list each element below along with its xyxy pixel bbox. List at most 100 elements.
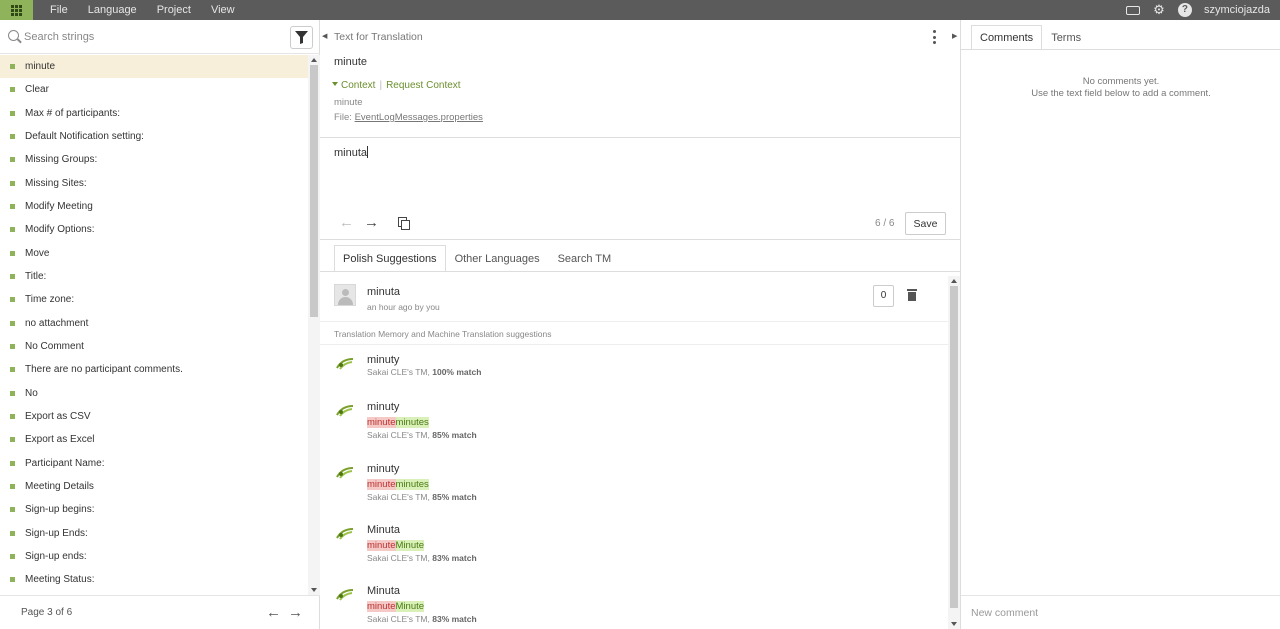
string-list-item[interactable]: Sign-up Ends:: [0, 522, 308, 545]
status-dot: [10, 344, 15, 350]
tab-polish-suggestions[interactable]: Polish Suggestions: [334, 245, 446, 271]
string-list-item[interactable]: minute: [0, 55, 308, 79]
file-link[interactable]: EventLogMessages.properties: [355, 112, 483, 123]
suggestion-list: minuta an hour ago by you 0 Translation …: [320, 272, 948, 629]
string-list-item[interactable]: Max # of participants:: [0, 102, 308, 125]
comment-tabs: Comments Terms: [971, 25, 1090, 50]
string-list-item[interactable]: Sign-up begins:: [0, 498, 308, 521]
string-list-item[interactable]: Missing Groups:: [0, 148, 308, 171]
keyboard-icon[interactable]: [1125, 3, 1140, 17]
search-input[interactable]: [24, 27, 274, 47]
menu-project[interactable]: Project: [147, 0, 201, 20]
status-dot: [10, 134, 15, 140]
string-list-item[interactable]: Title:: [0, 265, 308, 288]
string-list-item[interactable]: There are no participant comments.: [0, 358, 308, 381]
string-list-item[interactable]: no attachment: [0, 312, 308, 335]
trash-icon[interactable]: [907, 289, 917, 301]
string-list-item[interactable]: Missing Sites:: [0, 172, 308, 195]
string-label: Move: [25, 247, 50, 259]
tab-terms[interactable]: Terms: [1042, 25, 1090, 50]
status-dot: [10, 110, 15, 116]
status-dot: [10, 64, 15, 70]
string-list-item[interactable]: Time zone:: [0, 288, 308, 311]
copy-source-icon[interactable]: [398, 217, 410, 230]
user-menu[interactable]: szymciojazda: [1204, 4, 1270, 16]
context-toggle[interactable]: Context: [341, 80, 375, 91]
status-dot: [10, 180, 15, 186]
string-label: No: [25, 387, 38, 399]
string-label: Participant Name:: [25, 457, 105, 469]
string-list-item[interactable]: Default Notification setting:: [0, 125, 308, 148]
own-suggestion[interactable]: minuta an hour ago by you 0: [320, 272, 948, 322]
own-suggestion-meta: an hour ago by you: [367, 302, 440, 312]
more-options-icon[interactable]: [933, 30, 937, 44]
string-label: Time zone:: [25, 294, 75, 306]
apps-icon[interactable]: [0, 0, 33, 20]
search-icon: [8, 30, 19, 41]
string-label: Modify Options:: [25, 224, 95, 236]
string-list-item[interactable]: Modify Meeting: [0, 195, 308, 218]
next-icon[interactable]: →: [364, 214, 379, 231]
previous-icon[interactable]: ←: [339, 214, 354, 231]
string-label: Modify Meeting: [25, 201, 93, 213]
prev-page-icon[interactable]: ←: [266, 604, 281, 621]
tab-comments[interactable]: Comments: [971, 25, 1043, 50]
tm-logo-icon: [336, 405, 354, 417]
context-key: minute: [334, 97, 363, 108]
status-dot: [10, 274, 15, 280]
translation-input[interactable]: minuta: [334, 146, 369, 159]
next-page-icon[interactable]: →: [288, 604, 303, 621]
collapse-right-icon[interactable]: ▶: [952, 32, 957, 40]
status-dot: [10, 530, 15, 536]
string-list-item[interactable]: Participant Name:: [0, 452, 308, 475]
status-dot: [10, 87, 15, 93]
menu-file[interactable]: File: [40, 0, 78, 20]
top-bar: File Language Project View ⚙ ? szymcioja…: [0, 0, 1280, 20]
menu-language[interactable]: Language: [78, 0, 147, 20]
string-list-item[interactable]: Meeting Status:: [0, 568, 308, 591]
tm-meta: Sakai CLE's TM, 85% match: [367, 430, 477, 440]
tab-search-tm[interactable]: Search TM: [549, 245, 621, 271]
string-counter: 6 / 6: [875, 218, 895, 229]
own-suggestion-text: minuta: [367, 286, 401, 298]
string-label: Export as CSV: [25, 411, 91, 423]
collapse-left-icon[interactable]: ◀: [322, 32, 327, 40]
vote-count[interactable]: 0: [873, 285, 894, 307]
string-label: Export as Excel: [25, 434, 95, 446]
string-list-item[interactable]: Sign-up ends:: [0, 545, 308, 568]
suggestions-scrollbar[interactable]: [948, 276, 960, 629]
string-list-item[interactable]: Move: [0, 242, 308, 265]
string-list-item[interactable]: Export as Excel: [0, 428, 308, 451]
string-list-item[interactable]: Export as CSV: [0, 405, 308, 428]
string-list-item[interactable]: No: [0, 382, 308, 405]
status-dot: [10, 577, 15, 583]
string-label: no attachment: [25, 317, 89, 329]
new-comment-input[interactable]: [971, 604, 1271, 622]
string-list-item[interactable]: Modify Options:: [0, 218, 308, 241]
string-label: Missing Groups:: [25, 154, 98, 166]
string-list-item[interactable]: Clear: [0, 78, 308, 101]
save-button[interactable]: Save: [905, 212, 946, 235]
help-icon[interactable]: ?: [1177, 3, 1192, 17]
caret-down-icon: [332, 82, 338, 86]
string-label: Default Notification setting:: [25, 131, 144, 143]
string-label: No Comment: [25, 341, 84, 353]
string-list-item[interactable]: No Comment: [0, 335, 308, 358]
strings-scrollbar[interactable]: [308, 55, 320, 595]
string-label: Meeting Details: [25, 481, 94, 493]
string-list-item[interactable]: Meeting Details: [0, 475, 308, 498]
request-context-link[interactable]: Request Context: [386, 80, 461, 91]
tm-meta: Sakai CLE's TM, 100% match: [367, 367, 482, 377]
tab-other-languages[interactable]: Other Languages: [446, 245, 549, 271]
status-dot: [10, 250, 15, 256]
filter-button[interactable]: [290, 26, 313, 49]
pagination: Page 3 of 6 ← →: [0, 595, 320, 629]
status-dot: [10, 204, 15, 210]
gear-icon[interactable]: ⚙: [1152, 2, 1166, 17]
string-label: Max # of participants:: [25, 107, 121, 119]
file-label: File:: [334, 112, 352, 123]
source-title: Text for Translation: [334, 31, 423, 43]
tm-diff: minuteminutes: [367, 417, 429, 428]
tm-meta: Sakai CLE's TM, 83% match: [367, 614, 477, 624]
menu-view[interactable]: View: [201, 0, 245, 20]
